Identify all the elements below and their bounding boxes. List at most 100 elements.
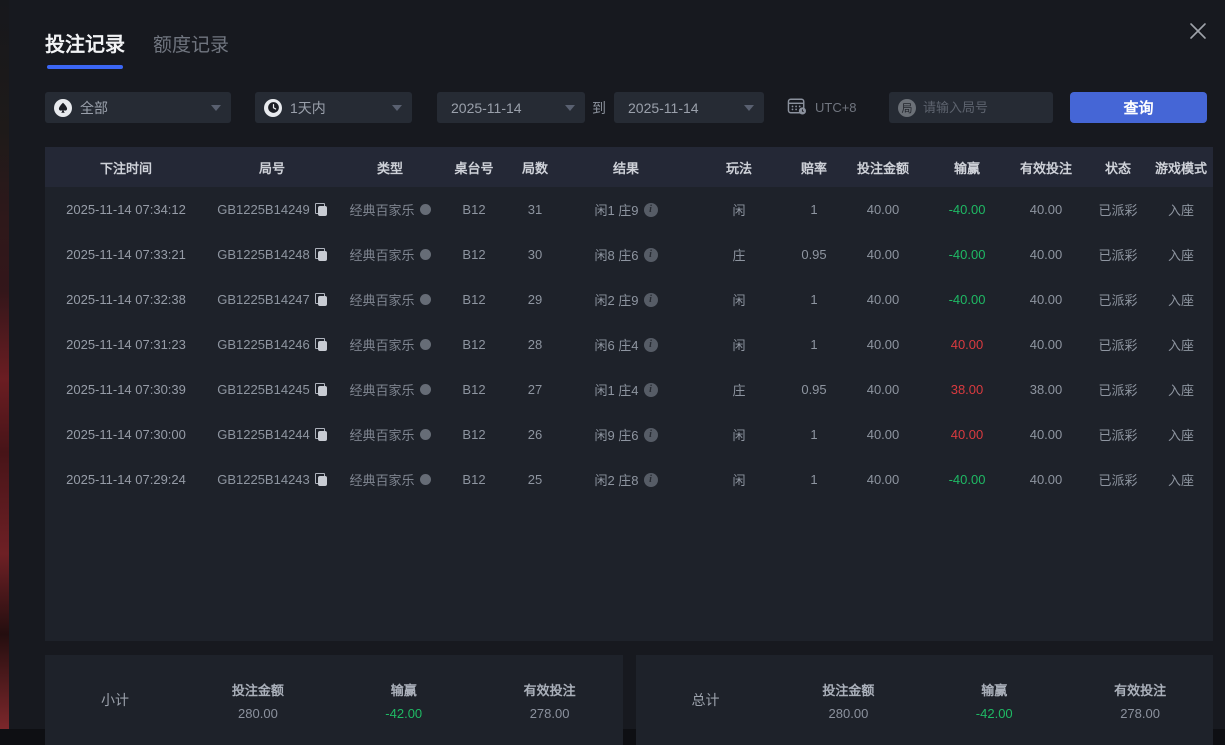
game-type-dot-icon (419, 384, 431, 395)
tab-betting-records[interactable]: 投注记录 (45, 28, 125, 69)
cell-odds: 1 (810, 292, 818, 307)
cell-valid-bet: 40.00 (1029, 472, 1063, 487)
cell-table-no: B12 (462, 292, 486, 307)
time-range-select[interactable]: 1天内 (255, 92, 412, 123)
cell-game-type: 经典百家乐 (337, 290, 443, 309)
cell-table-no: B12 (462, 247, 486, 262)
cell-status: 已派彩 (1098, 248, 1138, 263)
cell-result: 闲1 庄9 i (565, 200, 687, 219)
cell-bet-time: 2025-11-14 07:31:23 (66, 337, 186, 352)
cell-status: 已派彩 (1098, 203, 1138, 218)
info-icon[interactable]: i (643, 382, 658, 397)
cell-bet-amount: 40.00 (866, 247, 900, 262)
betting-records-modal: 投注记录 额度记录 全部 1天内 2025-11-14 到 2025-11-14… (9, 0, 1225, 745)
time-range-value: 1天内 (290, 99, 326, 116)
query-button[interactable]: 查询 (1070, 92, 1207, 123)
cell-game-type: 经典百家乐 (337, 380, 443, 399)
copy-icon[interactable] (314, 338, 327, 351)
copy-icon[interactable] (314, 293, 327, 306)
subtotal-valid-value: 278.00 (529, 705, 570, 721)
cell-winloss: -40.00 (948, 247, 986, 262)
table-row: 2025-11-14 07:30:39 GB1225B14245 经典百家乐 B… (45, 367, 1213, 412)
cell-game-type: 经典百家乐 (337, 200, 443, 219)
total-valid-label: 有效投注 (1114, 682, 1167, 698)
game-type-select[interactable]: 全部 (45, 92, 231, 123)
cell-bet-time: 2025-11-14 07:32:38 (66, 292, 186, 307)
result-text: 闲2 庄9 (594, 293, 639, 308)
cell-bet-time: 2025-11-14 07:30:00 (66, 427, 186, 442)
col-header-bet-amount: 投注金额 (856, 160, 909, 176)
cell-status: 已派彩 (1098, 293, 1138, 308)
cell-play: 闲 (732, 338, 746, 353)
info-icon[interactable]: i (643, 427, 658, 442)
calendar-clock-icon (787, 97, 807, 118)
copy-icon[interactable] (314, 383, 327, 396)
table-body: 2025-11-14 07:34:12 GB1225B14249 经典百家乐 B… (45, 187, 1213, 502)
filter-bar: 全部 1天内 2025-11-14 到 2025-11-14 UTC+8 局 请… (9, 92, 1225, 123)
date-to-value: 2025-11-14 (628, 99, 699, 116)
cell-round-no: 28 (527, 337, 543, 352)
info-icon[interactable]: i (643, 337, 658, 352)
round-id-text: GB1225B14248 (217, 247, 310, 262)
chevron-down-icon (565, 104, 575, 111)
round-number-input[interactable] (923, 100, 1043, 115)
info-icon[interactable]: i (643, 202, 658, 217)
cell-bet-amount: 40.00 (866, 202, 900, 217)
cell-play: 庄 (732, 383, 746, 398)
game-type-text: 经典百家乐 (349, 473, 415, 488)
cell-round-id: GB1225B14243 (207, 472, 337, 487)
cell-round-no: 30 (527, 247, 543, 262)
round-id-text: GB1225B14247 (217, 292, 310, 307)
tab-quota-records[interactable]: 额度记录 (153, 30, 229, 69)
col-header-bet-time: 下注时间 (99, 160, 152, 176)
game-type-dot-icon (419, 339, 431, 350)
game-type-text: 经典百家乐 (349, 203, 415, 218)
cell-round-no: 29 (527, 292, 543, 307)
copy-icon[interactable] (314, 473, 327, 486)
total-winloss-label: 输赢 (981, 682, 1008, 698)
close-icon[interactable] (1183, 16, 1213, 46)
cell-round-no: 27 (527, 382, 543, 397)
cell-game-mode: 入座 (1167, 383, 1194, 398)
total-valid-value: 278.00 (1120, 705, 1160, 721)
info-icon[interactable]: i (643, 292, 658, 307)
chevron-down-icon (211, 104, 221, 111)
col-header-round-id: 局号 (258, 160, 285, 176)
col-header-status: 状态 (1104, 160, 1131, 176)
cell-winloss: 40.00 (950, 337, 984, 352)
summary-bar: 小计 投注金额 280.00 输赢 -42.00 有效投注 278.00 总计 投注金… (45, 655, 1213, 745)
copy-icon[interactable] (314, 203, 327, 216)
result-text: 闲2 庄8 (594, 473, 639, 488)
cell-round-id: GB1225B14246 (207, 337, 337, 352)
date-from-value: 2025-11-14 (451, 99, 522, 116)
cell-table-no: B12 (462, 202, 486, 217)
col-header-game-mode: 游戏模式 (1154, 160, 1207, 176)
copy-icon[interactable] (314, 248, 327, 261)
cell-odds: 0.95 (801, 247, 827, 262)
subtotal-panel: 小计 投注金额 280.00 输赢 -42.00 有效投注 278.00 (45, 655, 623, 745)
clock-icon (264, 98, 282, 117)
cell-play: 闲 (732, 293, 746, 308)
table-header-row: 下注时间 局号 类型 桌台号 局数 结果 玩法 赔率 投注金额 输赢 有效投注 … (45, 147, 1213, 187)
result-text: 闲8 庄6 (594, 248, 639, 263)
cell-status: 已派彩 (1098, 473, 1138, 488)
subtotal-winloss-value: -42.00 (385, 705, 423, 721)
cell-winloss: -40.00 (948, 202, 986, 217)
cell-game-mode: 入座 (1167, 338, 1194, 353)
date-from-select[interactable]: 2025-11-14 (437, 92, 585, 123)
subtotal-bet-value: 280.00 (238, 705, 278, 721)
col-header-type: 类型 (376, 160, 403, 176)
game-type-text: 经典百家乐 (349, 383, 415, 398)
spade-icon (54, 98, 72, 117)
cell-bet-amount: 40.00 (866, 382, 900, 397)
date-to-select[interactable]: 2025-11-14 (614, 92, 764, 123)
total-bet-label: 投注金额 (822, 682, 875, 698)
copy-icon[interactable] (314, 428, 327, 441)
info-icon[interactable]: i (643, 472, 658, 487)
cell-game-type: 经典百家乐 (337, 470, 443, 489)
cell-result: 闲1 庄4 i (565, 380, 687, 399)
game-type-dot-icon (419, 249, 431, 260)
game-type-value: 全部 (80, 99, 108, 116)
cell-bet-amount: 40.00 (866, 337, 900, 352)
info-icon[interactable]: i (643, 247, 658, 262)
